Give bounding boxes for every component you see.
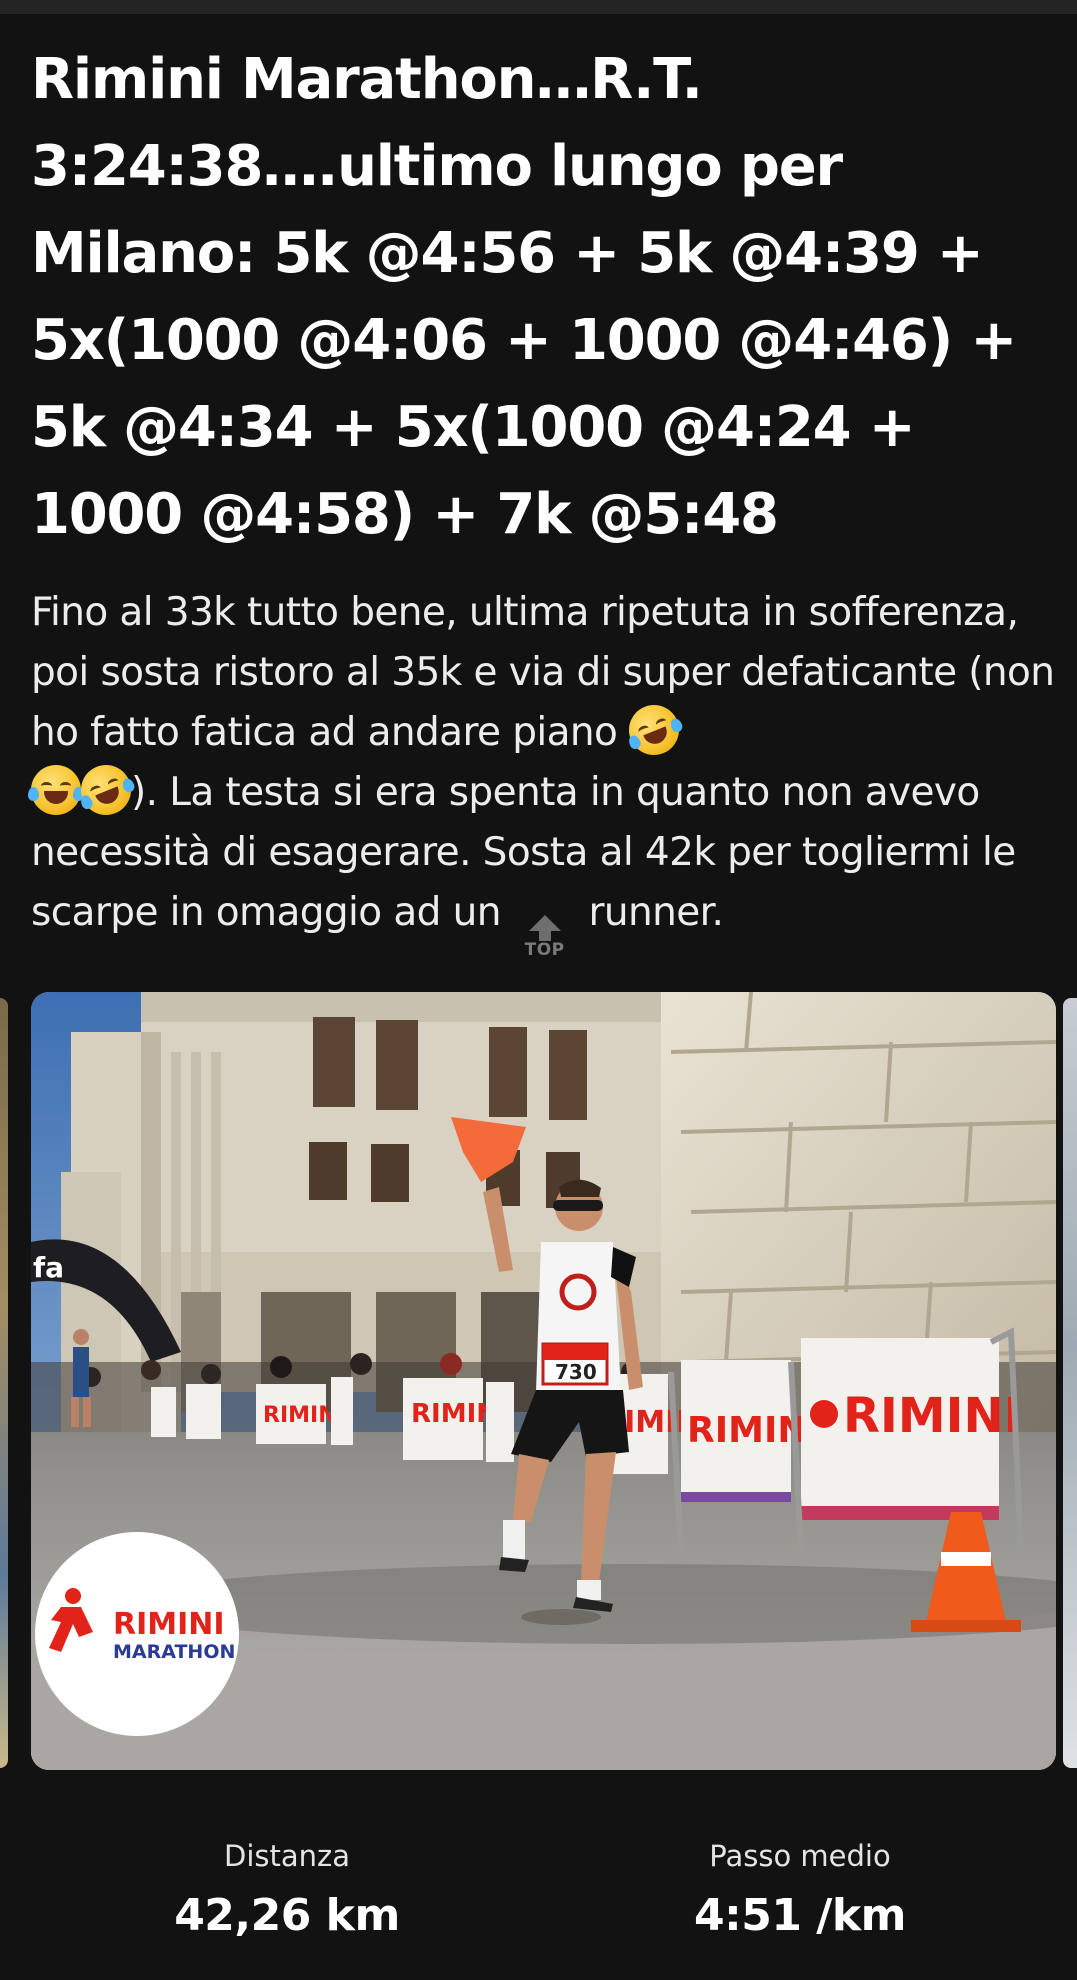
stat-label: Passo medio (709, 1839, 891, 1873)
stat-distance: Distanza 42,26 km (77, 1836, 497, 1944)
description-part-1: Fino al 33k tutto bene, ultima ripetuta … (31, 590, 1055, 755)
barrier-text: RIMINI (843, 1388, 1021, 1444)
face-with-tears-of-joy-icon (28, 765, 84, 815)
stat-label: Distanza (223, 1839, 350, 1873)
description-part-3: runner. (576, 890, 724, 935)
top-arrow-icon: TOP (519, 915, 571, 959)
previous-photo-peek[interactable] (0, 998, 8, 1768)
next-photo-peek[interactable] (1063, 998, 1077, 1768)
activity-stats: Distanza 42,26 km Passo medio 4:51 /km (0, 1836, 1077, 1956)
description-part-2: ). La testa si era spenta in quanto non … (31, 770, 1016, 935)
logo-line-1: RIMINI (113, 1607, 225, 1642)
stat-value: 4:51 /km (694, 1890, 906, 1941)
top-glyph-label: TOP (524, 940, 565, 960)
stat-average-pace: Passo medio 4:51 /km (590, 1836, 1010, 1944)
stat-value: 42,26 km (174, 1890, 400, 1941)
activity-photo[interactable]: fa RIMINI RIMINI RIMINI RIMINI RIMINI 73… (31, 992, 1056, 1770)
logo-line-2: MARATHON (113, 1641, 235, 1663)
activity-description: Fino al 33k tutto bene, ultima ripetuta … (28, 583, 1061, 959)
rolling-on-floor-laughing-icon (73, 757, 139, 823)
activity-title: Rimini Marathon…R.T. 3:24:38….ultimo lun… (31, 47, 1017, 547)
top-edge (0, 0, 1077, 14)
barrier-text: RIMINI (687, 1410, 821, 1451)
arch-text: fa (33, 1251, 64, 1284)
rolling-on-floor-laughing-icon (621, 697, 687, 763)
runner-bib: 730 (555, 1360, 597, 1384)
